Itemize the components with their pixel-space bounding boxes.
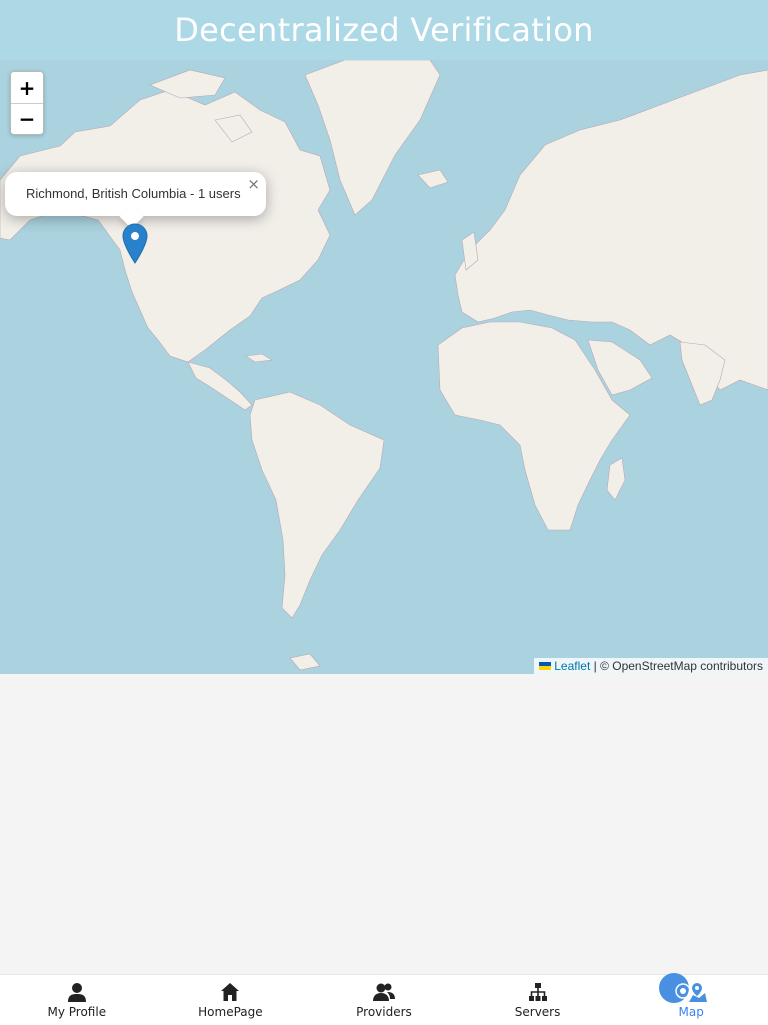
home-icon: [220, 982, 240, 1002]
nav-label-servers: Servers: [514, 1005, 561, 1019]
nav-item-map[interactable]: Map: [614, 973, 768, 1025]
users-icon: [372, 982, 395, 1002]
nav-item-providers[interactable]: Providers: [307, 975, 461, 1025]
nav-label-map: Map: [678, 1005, 704, 1019]
nav-label-my-profile: My Profile: [47, 1005, 107, 1019]
zoom-in-button[interactable]: +: [11, 72, 43, 103]
leaflet-link[interactable]: Leaflet: [554, 659, 590, 673]
attribution-separator: |: [590, 659, 601, 673]
user-icon: [67, 982, 87, 1002]
bottom-navigation: My Profile HomePage Providers Servers Ma…: [0, 973, 768, 1025]
sitemap-icon: [528, 982, 548, 1002]
zoom-out-button[interactable]: −: [11, 103, 43, 133]
location-popup: Richmond, British Columbia - 1 users ×: [5, 172, 266, 229]
map-view[interactable]: + − Richmond, British Columbia - 1 users…: [0, 60, 768, 674]
app-header: Decentralized Verification: [0, 0, 768, 60]
page-title: Decentralized Verification: [174, 11, 594, 49]
map-attribution: Leaflet | © OpenStreetMap contributors: [534, 658, 768, 674]
osm-attribution-text: © OpenStreetMap contributors: [600, 659, 763, 673]
nav-label-homepage: HomePage: [198, 1005, 263, 1019]
map-marker-icon[interactable]: [122, 223, 148, 264]
zoom-control: + −: [10, 71, 44, 135]
map-marker-icon: [675, 982, 708, 1002]
world-map[interactable]: [0, 60, 768, 674]
close-icon[interactable]: ×: [247, 176, 260, 192]
nav-item-servers[interactable]: Servers: [461, 975, 615, 1025]
nav-label-providers: Providers: [356, 1005, 412, 1019]
nav-item-my-profile[interactable]: My Profile: [0, 975, 154, 1025]
ukraine-flag-icon: [539, 661, 552, 670]
nav-item-homepage[interactable]: HomePage: [154, 975, 308, 1025]
popup-text: Richmond, British Columbia - 1 users: [26, 186, 241, 201]
